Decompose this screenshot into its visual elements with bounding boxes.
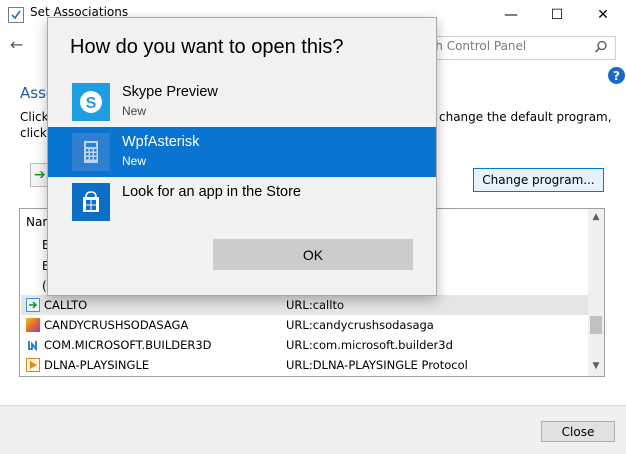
close-window-button[interactable]: ✕ bbox=[580, 0, 626, 30]
app-name: WpfAsterisk bbox=[122, 134, 200, 150]
vertical-scrollbar[interactable] bbox=[588, 209, 604, 376]
candy-icon bbox=[26, 318, 40, 332]
row-description: URL:DLNA-PLAYSINGLE Protocol bbox=[286, 358, 468, 372]
store-icon bbox=[72, 183, 110, 221]
column-header-name[interactable]: Nar bbox=[26, 215, 47, 229]
app-option-store[interactable]: Look for an app in the Store bbox=[48, 177, 436, 227]
instruction-text: Click bbox=[20, 110, 49, 124]
table-row[interactable]: CANDYCRUSHSODASAGA URL:candycrushsodasag… bbox=[21, 315, 588, 335]
row-description: URL:candycrushsodasaga bbox=[286, 318, 434, 332]
app-badge-new: New bbox=[122, 104, 147, 118]
scroll-down-icon[interactable]: ▼ bbox=[588, 358, 604, 374]
back-button[interactable]: ← bbox=[10, 35, 23, 54]
app-name: Look for an app in the Store bbox=[122, 184, 301, 200]
table-row[interactable]: COM.MICROSOFT.BUILDER3D URL:com.microsof… bbox=[21, 335, 588, 355]
close-button[interactable]: Close bbox=[541, 421, 615, 442]
svg-text:S: S bbox=[86, 95, 97, 112]
row-description: URL:com.microsoft.builder3d bbox=[286, 338, 453, 352]
row-name: CANDYCRUSHSODASAGA bbox=[44, 318, 189, 332]
arrow-icon: ➔ bbox=[34, 167, 46, 183]
instruction-text: change the default program, bbox=[439, 110, 612, 124]
help-icon[interactable]: ? bbox=[608, 67, 625, 84]
dialog-title: How do you want to open this? bbox=[70, 36, 344, 58]
instruction-text: click bbox=[20, 126, 47, 140]
scroll-thumb[interactable] bbox=[590, 316, 602, 334]
scroll-up-icon[interactable]: ▲ bbox=[588, 209, 604, 225]
app-icon bbox=[8, 7, 24, 23]
footer-bar bbox=[0, 405, 626, 454]
row-description: URL:callto bbox=[286, 298, 344, 312]
search-placeholder: rch Control Panel bbox=[424, 39, 527, 53]
search-icon[interactable] bbox=[594, 40, 608, 54]
builder3d-icon bbox=[26, 338, 40, 352]
protocol-icon bbox=[26, 298, 40, 312]
row-name: CALLTO bbox=[44, 298, 88, 312]
row-name: COM.MICROSOFT.BUILDER3D bbox=[44, 338, 212, 352]
app-badge-new: New bbox=[122, 154, 147, 168]
table-row[interactable]: DLNA-PLAYSINGLE URL:DLNA-PLAYSINGLE Prot… bbox=[21, 355, 588, 375]
row-name: DLNA-PLAYSINGLE bbox=[44, 358, 150, 372]
app-option-wpfasterisk[interactable]: WpfAsterisk New bbox=[48, 127, 436, 177]
skype-icon: S bbox=[72, 83, 110, 121]
app-option-skype[interactable]: S Skype Preview New bbox=[48, 77, 436, 127]
media-play-icon bbox=[26, 358, 40, 372]
minimize-button[interactable]: — bbox=[488, 0, 534, 30]
ok-button[interactable]: OK bbox=[213, 239, 413, 270]
table-row[interactable]: CALLTO URL:callto bbox=[21, 295, 588, 315]
app-name: Skype Preview bbox=[122, 84, 218, 100]
list-item[interactable]: ( bbox=[42, 279, 47, 293]
maximize-button[interactable]: ☐ bbox=[534, 0, 580, 30]
calculator-icon bbox=[72, 133, 110, 171]
change-program-button[interactable]: Change program... bbox=[473, 168, 604, 192]
